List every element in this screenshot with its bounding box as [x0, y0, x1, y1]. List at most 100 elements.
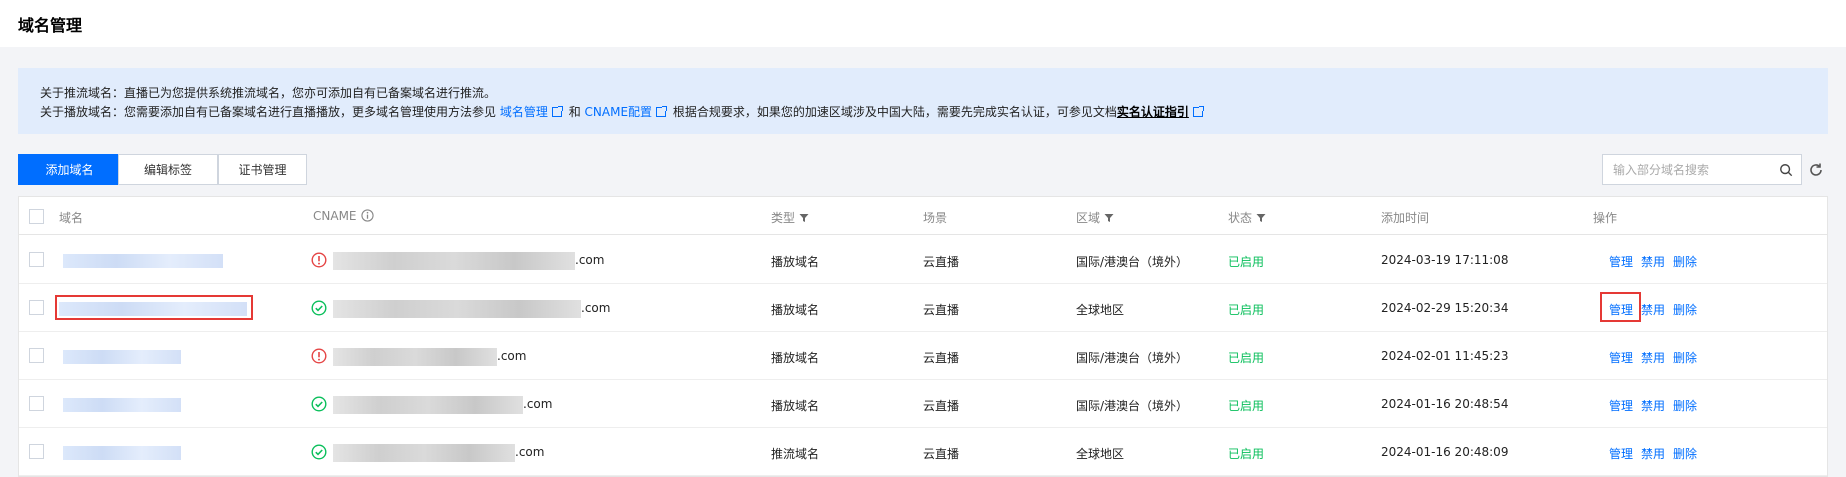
- filter-icon[interactable]: [1256, 213, 1266, 223]
- check-circle-icon: [311, 300, 327, 316]
- check-circle-icon: [311, 396, 327, 412]
- row-checkbox[interactable]: [29, 444, 44, 459]
- header-region: 区域: [1076, 209, 1114, 226]
- status-badge: 已启用: [1228, 399, 1265, 413]
- domain-region: 全球地区: [1076, 303, 1125, 317]
- domain-scene: 云直播: [923, 303, 960, 317]
- disable-link[interactable]: 禁用: [1641, 253, 1665, 270]
- cname-suffix: .com: [523, 397, 553, 411]
- exclamation-circle-icon: [311, 252, 327, 268]
- search-icon[interactable]: [1779, 163, 1793, 177]
- table-row: .com 播放域名 云直播 全球地区 已启用 2024-02-29 15:20:…: [19, 284, 1827, 332]
- external-link-icon[interactable]: [551, 106, 563, 117]
- domain-scene: 云直播: [923, 255, 960, 269]
- delete-link[interactable]: 删除: [1673, 445, 1697, 462]
- status-badge: 已启用: [1228, 351, 1265, 365]
- row-checkbox[interactable]: [29, 396, 44, 411]
- exclamation-circle-icon: [311, 348, 327, 364]
- domain-scene: 云直播: [923, 351, 960, 365]
- notice-line-push: 关于推流域名：直播已为您提供系统推流域名，您亦可添加自有已备案域名进行推流。: [40, 86, 497, 100]
- select-all-checkbox[interactable]: [29, 209, 44, 224]
- cname-config-doc-link[interactable]: CNAME配置: [585, 105, 653, 119]
- search-box: [1602, 154, 1802, 185]
- disable-link[interactable]: 禁用: [1641, 397, 1665, 414]
- manage-link[interactable]: 管理: [1609, 397, 1633, 414]
- table-row: .com 播放域名 云直播 国际/港澳台（境外） 已启用 2024-02-01 …: [19, 332, 1827, 380]
- manage-link[interactable]: 管理: [1609, 253, 1633, 270]
- row-checkbox[interactable]: [29, 348, 44, 363]
- page-title: 域名管理: [18, 16, 83, 35]
- header-actions: 操作: [1593, 211, 1618, 225]
- cname-suffix: .com: [515, 445, 545, 459]
- domain-scene: 云直播: [923, 399, 960, 413]
- notice-line-play: 关于播放域名：您需要添加自有已备案域名进行直播播放，更多域名管理使用方法参见 域…: [40, 103, 1206, 120]
- header-cname-label: CNAME: [313, 209, 357, 223]
- status-badge: 已启用: [1228, 447, 1265, 461]
- added-time: 2024-03-19 17:11:08: [1381, 253, 1509, 267]
- cert-manage-button[interactable]: 证书管理: [218, 154, 307, 185]
- cname-suffix: .com: [497, 349, 527, 363]
- cname-redacted: [333, 444, 515, 462]
- edit-tag-button[interactable]: 编辑标签: [118, 154, 218, 185]
- refresh-icon[interactable]: [1808, 162, 1824, 178]
- manage-highlight-box: [1600, 292, 1641, 322]
- cname-suffix: .com: [581, 301, 611, 315]
- delete-link[interactable]: 删除: [1673, 301, 1697, 318]
- header-status-label: 状态: [1228, 211, 1253, 225]
- delete-link[interactable]: 删除: [1673, 397, 1697, 414]
- table-row: .com 推流域名 云直播 全球地区 已启用 2024-01-16 20:48:…: [19, 428, 1827, 476]
- domain-name-redacted[interactable]: [63, 398, 181, 412]
- cname-redacted: [333, 252, 575, 270]
- domain-region: 全球地区: [1076, 447, 1125, 461]
- domain-scene: 云直播: [923, 447, 960, 461]
- header-time: 添加时间: [1381, 211, 1430, 225]
- realname-guide-link[interactable]: 实名认证指引: [1117, 105, 1189, 119]
- manage-link[interactable]: 管理: [1609, 349, 1633, 366]
- status-badge: 已启用: [1228, 303, 1265, 317]
- domain-name-redacted[interactable]: [63, 254, 223, 268]
- manage-link[interactable]: 管理: [1609, 445, 1633, 462]
- domain-name-redacted[interactable]: [63, 446, 181, 460]
- row-checkbox[interactable]: [29, 300, 44, 315]
- notice-play-mid: 根据合规要求，如果您的加速区域涉及中国大陆，需要先完成实名认证，可参见文档: [672, 105, 1117, 119]
- header-status: 状态: [1228, 209, 1266, 226]
- delete-link[interactable]: 删除: [1673, 253, 1697, 270]
- cname-redacted: [333, 348, 497, 366]
- added-time: 2024-02-01 11:45:23: [1381, 349, 1509, 363]
- check-circle-icon: [311, 444, 327, 460]
- header-scene: 场景: [923, 211, 948, 225]
- disable-link[interactable]: 禁用: [1641, 349, 1665, 366]
- add-domain-button[interactable]: 添加域名: [18, 154, 121, 185]
- domain-region: 国际/港澳台（境外）: [1076, 399, 1189, 413]
- table-header: 域名 CNAME 类型 场景 区域 状态 添加时间 操作: [19, 197, 1827, 235]
- domain-table: 域名 CNAME 类型 场景 区域 状态 添加时间 操作 .com 播放域名 云…: [18, 196, 1828, 477]
- added-time: 2024-01-16 20:48:09: [1381, 445, 1509, 459]
- search-input[interactable]: [1603, 155, 1773, 184]
- filter-icon[interactable]: [1104, 213, 1114, 223]
- external-link-icon[interactable]: [656, 106, 668, 117]
- domain-type: 播放域名: [771, 255, 820, 269]
- row-checkbox[interactable]: [29, 252, 44, 267]
- info-icon[interactable]: [360, 209, 374, 222]
- disable-link[interactable]: 禁用: [1641, 301, 1665, 318]
- header-cname: CNAME: [313, 209, 374, 223]
- cname-redacted: [333, 396, 523, 414]
- domain-region: 国际/港澳台（境外）: [1076, 255, 1189, 269]
- table-row: .com 播放域名 云直播 国际/港澳台（境外） 已启用 2024-03-19 …: [19, 236, 1827, 284]
- header-region-label: 区域: [1076, 211, 1101, 225]
- delete-link[interactable]: 删除: [1673, 349, 1697, 366]
- filter-icon[interactable]: [799, 213, 809, 223]
- cname-redacted: [333, 300, 581, 318]
- external-link-icon[interactable]: [1192, 106, 1204, 117]
- domain-region: 国际/港澳台（境外）: [1076, 351, 1189, 365]
- domain-name-redacted[interactable]: [63, 350, 181, 364]
- header-type-label: 类型: [771, 211, 796, 225]
- domain-type: 推流域名: [771, 447, 820, 461]
- disable-link[interactable]: 禁用: [1641, 445, 1665, 462]
- notice-banner: 关于推流域名：直播已为您提供系统推流域名，您亦可添加自有已备案域名进行推流。 关…: [18, 68, 1828, 134]
- domain-manage-doc-link[interactable]: 域名管理: [500, 105, 548, 119]
- status-badge: 已启用: [1228, 255, 1265, 269]
- title-bar: 域名管理: [0, 0, 1846, 47]
- notice-play-prefix: 关于播放域名：您需要添加自有已备案域名进行直播播放，更多域名管理使用方法参见: [40, 105, 497, 119]
- domain-highlight-box: [55, 295, 253, 320]
